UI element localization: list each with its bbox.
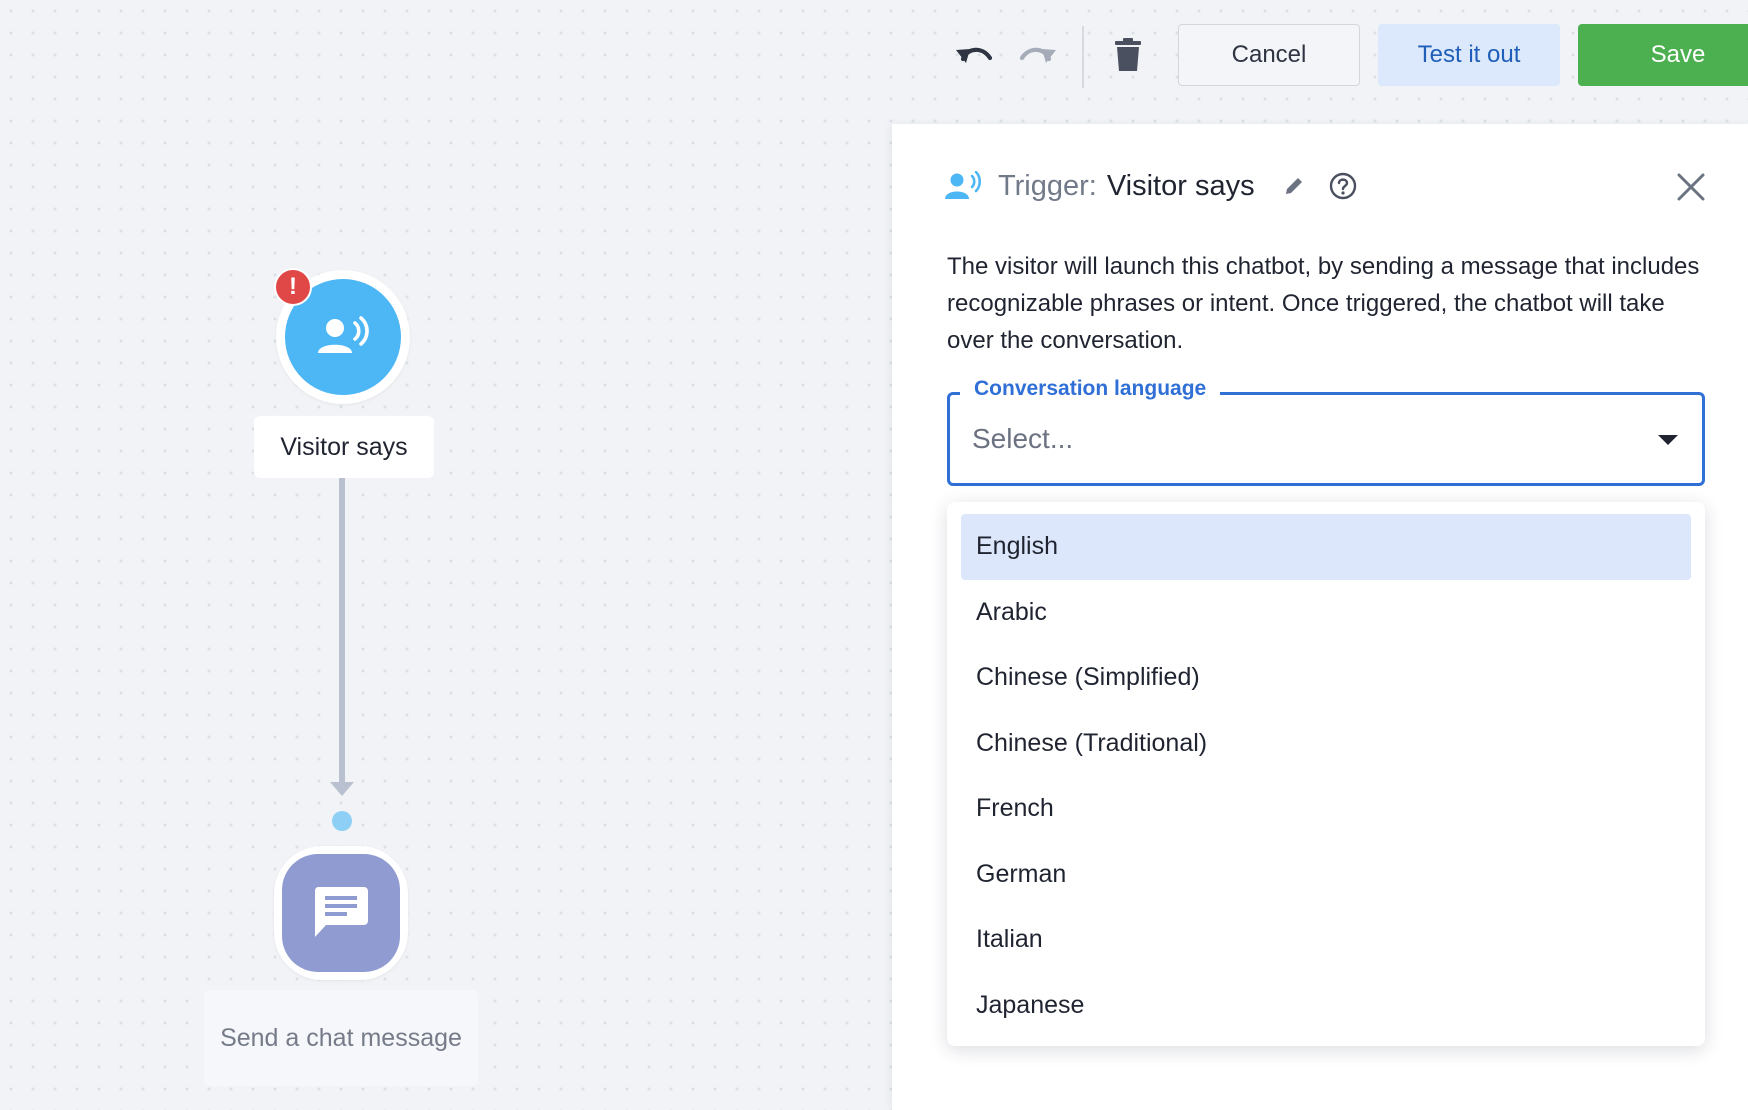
- trigger-settings-panel: Trigger: Visitor says The visitor will l…: [892, 124, 1748, 1110]
- undo-icon[interactable]: [952, 36, 996, 74]
- message-node[interactable]: [274, 846, 408, 980]
- conversation-language-select[interactable]: Conversation language Select...: [947, 377, 1705, 486]
- close-icon[interactable]: [1676, 172, 1706, 202]
- language-option[interactable]: Italian: [961, 907, 1691, 973]
- redo-icon[interactable]: [1016, 36, 1060, 74]
- chat-message-icon: [314, 887, 368, 937]
- language-option[interactable]: German: [961, 842, 1691, 908]
- help-icon[interactable]: [1329, 171, 1359, 201]
- language-option[interactable]: Japanese: [961, 973, 1691, 1039]
- caret-down-icon: [1658, 435, 1678, 445]
- language-dropdown-menu: English Arabic Chinese (Simplified) Chin…: [947, 502, 1705, 1046]
- save-button[interactable]: Save: [1578, 24, 1748, 86]
- trigger-name: Visitor says: [1106, 169, 1255, 202]
- language-option[interactable]: Arabic: [961, 580, 1691, 646]
- test-it-out-button[interactable]: Test it out: [1378, 24, 1560, 86]
- trigger-description: The visitor will launch this chatbot, by…: [947, 253, 1700, 354]
- visitor-speaking-icon: [944, 166, 984, 206]
- connector-handle[interactable]: [332, 811, 352, 831]
- toolbar-divider: [1082, 26, 1084, 88]
- connector-arrow-icon: [330, 782, 354, 796]
- cancel-button[interactable]: Cancel: [1178, 24, 1360, 86]
- message-node-label[interactable]: Send a chat message: [204, 990, 478, 1086]
- panel-header: Trigger: Visitor says: [944, 166, 1359, 206]
- language-option[interactable]: Chinese (Simplified): [961, 645, 1691, 711]
- language-option[interactable]: French: [961, 776, 1691, 842]
- language-option[interactable]: English: [961, 514, 1691, 580]
- trigger-prefix: Trigger:: [998, 169, 1097, 202]
- message-node-box: [282, 854, 400, 972]
- connector-line: [339, 478, 345, 784]
- trigger-node-label[interactable]: Visitor says: [254, 416, 434, 478]
- alert-icon: !: [274, 268, 312, 306]
- select-placeholder: Select...: [972, 423, 1074, 454]
- language-option[interactable]: Chinese (Traditional): [961, 711, 1691, 777]
- conversation-language-label: Conversation language: [960, 377, 1221, 401]
- trash-icon[interactable]: [1106, 36, 1150, 74]
- pencil-icon[interactable]: [1283, 173, 1309, 199]
- visitor-speaking-icon: [318, 316, 369, 353]
